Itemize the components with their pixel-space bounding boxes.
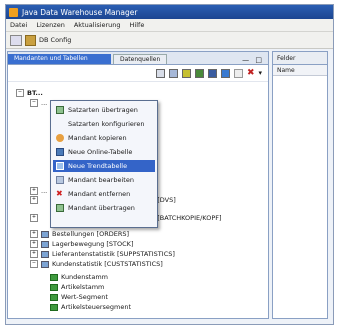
tree-item-kundenstamm[interactable]: Kundenstamm bbox=[50, 272, 108, 282]
folder-icon bbox=[41, 250, 49, 258]
tree-item-lagerbewegung[interactable]: + Lagerbewegung [STOCK] bbox=[30, 239, 134, 249]
green-table-icon bbox=[50, 293, 58, 301]
panel-window-controls[interactable]: — □ bbox=[242, 56, 268, 64]
tree-root[interactable]: − BT... bbox=[16, 88, 43, 98]
chevron-down-icon[interactable]: ▾ bbox=[258, 69, 262, 77]
column-header-name[interactable]: Name bbox=[273, 65, 327, 76]
transfer-icon bbox=[56, 204, 64, 212]
green-table-icon bbox=[50, 273, 58, 281]
blank-icon bbox=[56, 120, 64, 128]
expand-icon[interactable]: + bbox=[30, 250, 38, 258]
app-icon bbox=[9, 7, 18, 17]
yellow-table-icon[interactable] bbox=[181, 68, 191, 78]
tab-felder[interactable]: Felder bbox=[273, 52, 327, 65]
collapse-icon[interactable]: − bbox=[30, 99, 38, 107]
menu-hilfe[interactable]: Hilfe bbox=[130, 21, 145, 29]
window-title: Java Data Warehouse Manager bbox=[22, 7, 138, 17]
tree-item[interactable]: − ... bbox=[30, 98, 47, 108]
menu-item-mandant-entfernen[interactable]: ✖ Mandant entfernen bbox=[53, 188, 155, 200]
search-icon[interactable] bbox=[233, 68, 243, 78]
menu-item-satzarten-konfigurieren[interactable]: Satzarten konfigurieren bbox=[53, 118, 155, 130]
green-table-icon[interactable] bbox=[194, 68, 204, 78]
menu-item-mandant-kopieren[interactable]: Mandant kopieren bbox=[53, 132, 155, 144]
tree-item-wert-segment[interactable]: Wert-Segment bbox=[50, 292, 108, 302]
expand-icon[interactable]: + bbox=[30, 187, 38, 195]
copy-icon bbox=[56, 134, 64, 142]
db-config-label: DB Config bbox=[39, 36, 72, 44]
folder-icon bbox=[41, 260, 49, 268]
tree-item-kundenstatistik[interactable]: − Kundenstatistik [CUSTSTATISTICS] bbox=[30, 259, 163, 269]
expand-icon[interactable]: + bbox=[30, 196, 38, 204]
info-icon[interactable] bbox=[220, 68, 230, 78]
green-table-icon bbox=[50, 303, 58, 311]
green-table-icon bbox=[50, 283, 58, 291]
expand-icon[interactable]: + bbox=[30, 240, 38, 248]
db-config-button[interactable]: DB Config bbox=[25, 34, 72, 46]
title-bar[interactable]: Java Data Warehouse Manager bbox=[6, 5, 333, 19]
menu-item-neue-trendtabelle[interactable]: Neue Trendtabelle bbox=[53, 160, 155, 172]
menu-lizenzen[interactable]: Lizenzen bbox=[36, 21, 65, 29]
fields-panel: Felder Name bbox=[272, 51, 328, 319]
tree-item-artikelsteuersegment[interactable]: Artikelsteuersegment bbox=[50, 302, 131, 312]
toolbar-icon[interactable] bbox=[10, 34, 22, 46]
menu-item-mandant-bearbeiten[interactable]: Mandant bearbeiten bbox=[53, 174, 155, 186]
tab-datenquellen[interactable]: Datenquellen bbox=[113, 54, 168, 64]
menu-item-satzarten-uebertragen[interactable]: Satzarten übertragen bbox=[53, 104, 155, 116]
menu-bar: Datei Lizenzen Aktualisierung Hilfe bbox=[6, 19, 333, 32]
panel-tabs: Mandanten und Tabellen Datenquellen — □ bbox=[8, 52, 268, 65]
refresh-icon[interactable] bbox=[155, 68, 165, 78]
tree-item-lieferantenstatistik[interactable]: + Lieferantenstatistik [SUPPSTATISTICS] bbox=[30, 249, 175, 259]
folder-icon bbox=[41, 240, 49, 248]
toolbar: DB Config bbox=[6, 32, 333, 49]
tree-item-bestellungen[interactable]: + Bestellungen [ORDERS] bbox=[30, 229, 129, 239]
folder-icon bbox=[41, 230, 49, 238]
expand-icon[interactable]: + bbox=[30, 214, 38, 222]
delete-icon[interactable]: ✖ bbox=[247, 68, 255, 78]
blue-table-icon[interactable] bbox=[207, 68, 217, 78]
menu-aktualisierung[interactable]: Aktualisierung bbox=[74, 21, 121, 29]
menu-item-mandant-uebertragen[interactable]: Mandant übertragen bbox=[53, 202, 155, 214]
table-icon bbox=[56, 148, 64, 156]
expand-icon[interactable]: + bbox=[30, 230, 38, 238]
database-icon bbox=[25, 34, 36, 46]
menu-datei[interactable]: Datei bbox=[10, 21, 27, 29]
collapse-icon[interactable]: − bbox=[30, 260, 38, 268]
transfer-icon bbox=[56, 106, 64, 114]
menu-item-neue-online-tabelle[interactable]: Neue Online-Tabelle bbox=[53, 146, 155, 158]
tab-mandanten[interactable]: Mandanten und Tabellen bbox=[8, 54, 111, 64]
context-menu: Satzarten übertragen Satzarten konfiguri… bbox=[50, 100, 158, 228]
edit-icon bbox=[56, 176, 64, 184]
collapse-icon[interactable]: − bbox=[16, 89, 24, 97]
tree-item-artikelstamm[interactable]: Artikelstamm bbox=[50, 282, 104, 292]
panel-toolbar: ✖ ▾ bbox=[8, 65, 268, 82]
grid-icon[interactable] bbox=[168, 68, 178, 78]
delete-icon: ✖ bbox=[56, 189, 63, 198]
table-icon bbox=[56, 162, 64, 170]
